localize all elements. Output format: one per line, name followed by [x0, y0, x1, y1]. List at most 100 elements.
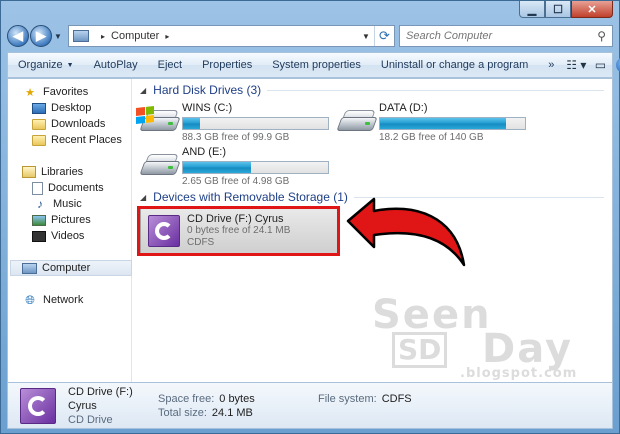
breadcrumb-computer[interactable]: Computer	[111, 30, 159, 42]
windows-logo-icon	[136, 106, 154, 124]
watermark-url: .blogspot.com	[460, 366, 578, 381]
sidebar-item-downloads[interactable]: Downloads	[8, 116, 131, 132]
star-icon: ★	[25, 86, 35, 99]
hard-drive-icon	[336, 101, 378, 141]
group-header-label: Hard Disk Drives (3)	[153, 83, 262, 97]
path-separator-icon[interactable]: ▸	[101, 32, 105, 41]
back-button[interactable]: ◀	[7, 25, 29, 47]
pictures-icon	[32, 214, 46, 226]
hard-drive-icon	[136, 101, 181, 141]
watermark-badge: SD	[392, 332, 448, 368]
help-icon[interactable]: ?	[616, 57, 620, 73]
sidebar-item-network[interactable]: 🌐︎ Network	[8, 292, 131, 308]
details-total-size: 24.1 MB	[211, 406, 253, 419]
music-note-icon: ♪	[37, 197, 43, 211]
sidebar-item-label: Recent Places	[51, 134, 122, 146]
capacity-bar	[182, 161, 329, 174]
recent-places-icon	[32, 134, 46, 146]
sidebar-item-label: Network	[43, 294, 84, 306]
sidebar-item-music[interactable]: ♪ Music	[8, 196, 131, 212]
sidebar-item-computer[interactable]: Computer	[10, 260, 132, 276]
view-options-icon[interactable]: ☷ ▾	[564, 53, 588, 77]
details-item-name: CD Drive (F:) Cyrus	[68, 385, 133, 412]
explorer-window: ▁ ☐ ✕ ◀ ▶ ▼ ▸ Computer ▸ ▼ ⟳ ⚲ Organize▼…	[0, 0, 620, 434]
close-button[interactable]: ✕	[571, 1, 613, 18]
group-header-hdd[interactable]: ◢ Hard Disk Drives (3)	[140, 82, 604, 98]
search-box[interactable]: ⚲	[399, 25, 613, 47]
drive-c[interactable]: WINS (C:) 88.3 GB free of 99.9 GB	[136, 101, 329, 151]
preview-pane-icon[interactable]: ▭	[588, 53, 612, 77]
sidebar-item-desktop[interactable]: Desktop	[8, 100, 131, 116]
autoplay-button[interactable]: AutoPlay	[84, 53, 148, 77]
address-bar[interactable]: ▸ Computer ▸ ▼ ⟳	[68, 25, 395, 47]
sidebar-item-label: Documents	[48, 182, 104, 194]
capacity-bar	[182, 117, 329, 130]
cd-drive-icon	[20, 387, 56, 424]
command-bar: Organize ▼ AutoPlay Eject Properties Syst…	[7, 52, 620, 78]
sidebar-item-label: Desktop	[51, 102, 92, 114]
search-icon[interactable]: ⚲	[597, 29, 606, 43]
sidebar-item-libraries[interactable]: Libraries	[8, 164, 131, 180]
organize-label: Organize	[18, 59, 63, 71]
drive-e[interactable]: AND (E:) 2.65 GB free of 4.98 GB	[139, 145, 329, 195]
computer-icon	[22, 262, 37, 274]
sidebar-item-label: Libraries	[41, 166, 84, 178]
details-label: File system:	[318, 392, 377, 405]
sidebar-item-recent-places[interactable]: Recent Places	[8, 132, 131, 148]
drive-free-space: 88.3 GB free of 99.9 GB	[182, 132, 290, 143]
drive-name: AND (E:)	[182, 146, 226, 158]
address-history-chevron-icon[interactable]: ▼	[358, 32, 374, 41]
group-divider	[267, 89, 604, 91]
drive-name: WINS (C:)	[182, 102, 233, 114]
sidebar-item-favorites[interactable]: ★ Favorites	[8, 84, 131, 100]
collapse-chevron-icon[interactable]: ◢	[140, 86, 146, 95]
sidebar-item-label: Favorites	[43, 86, 89, 98]
path-separator-icon[interactable]: ▸	[165, 32, 169, 41]
sidebar-item-label: Videos	[51, 230, 85, 242]
details-label: Space free:	[158, 392, 215, 405]
sidebar-item-label: Downloads	[51, 118, 106, 130]
highlight-box	[137, 206, 340, 256]
file-list[interactable]: ◢ Hard Disk Drives (3) WINS (C:) 88.3 GB…	[132, 79, 612, 382]
search-input[interactable]	[406, 30, 598, 42]
documents-icon	[32, 181, 43, 195]
group-header-label: Devices with Removable Storage (1)	[153, 190, 348, 204]
downloads-folder-icon	[32, 118, 46, 130]
forward-button[interactable]: ▶	[30, 25, 52, 47]
eject-button[interactable]: Eject	[148, 53, 192, 77]
collapse-chevron-icon[interactable]: ◢	[140, 193, 146, 202]
minimize-button[interactable]: ▁	[519, 1, 545, 18]
window-controls: ▁ ☐ ✕	[519, 1, 613, 18]
drive-name: DATA (D:)	[379, 102, 428, 114]
capacity-fill	[183, 162, 251, 173]
organize-button[interactable]: Organize ▼	[8, 53, 84, 77]
sidebar-item-label: Computer	[42, 262, 91, 274]
capacity-fill	[183, 118, 200, 129]
drive-free-space: 18.2 GB free of 140 GB	[379, 132, 484, 143]
refresh-icon[interactable]: ⟳	[374, 26, 394, 46]
system-properties-button[interactable]: System properties	[262, 53, 371, 77]
sidebar-item-label: Pictures	[51, 214, 91, 226]
recent-pages-chevron-icon[interactable]: ▼	[54, 32, 64, 41]
uninstall-program-button[interactable]: Uninstall or change a program	[371, 53, 538, 77]
desktop-icon	[32, 102, 46, 114]
details-space-free: 0 bytes	[219, 392, 255, 405]
details-file-system: CDFS	[381, 392, 412, 405]
network-globe-icon: 🌐︎	[25, 292, 35, 307]
properties-button[interactable]: Properties	[192, 53, 262, 77]
capacity-fill	[380, 118, 507, 129]
red-arrow-annotation	[346, 197, 466, 267]
sidebar-item-pictures[interactable]: Pictures	[8, 212, 131, 228]
navigation-pane[interactable]: ★ Favorites Desktop Downloads Recent Plac…	[8, 79, 132, 382]
drive-free-space: 2.65 GB free of 4.98 GB	[182, 176, 290, 187]
capacity-bar	[379, 117, 526, 130]
sidebar-item-label: Music	[53, 198, 82, 210]
details-item-type: CD Drive	[68, 413, 113, 426]
sidebar-item-videos[interactable]: Videos	[8, 228, 131, 244]
more-commands-button[interactable]: »	[538, 53, 564, 77]
sidebar-item-documents[interactable]: Documents	[8, 180, 131, 196]
chevron-down-icon: ▼	[66, 61, 74, 69]
maximize-button[interactable]: ☐	[545, 1, 571, 18]
content-area: ★ Favorites Desktop Downloads Recent Plac…	[7, 78, 613, 383]
drive-d[interactable]: DATA (D:) 18.2 GB free of 140 GB	[336, 101, 526, 151]
